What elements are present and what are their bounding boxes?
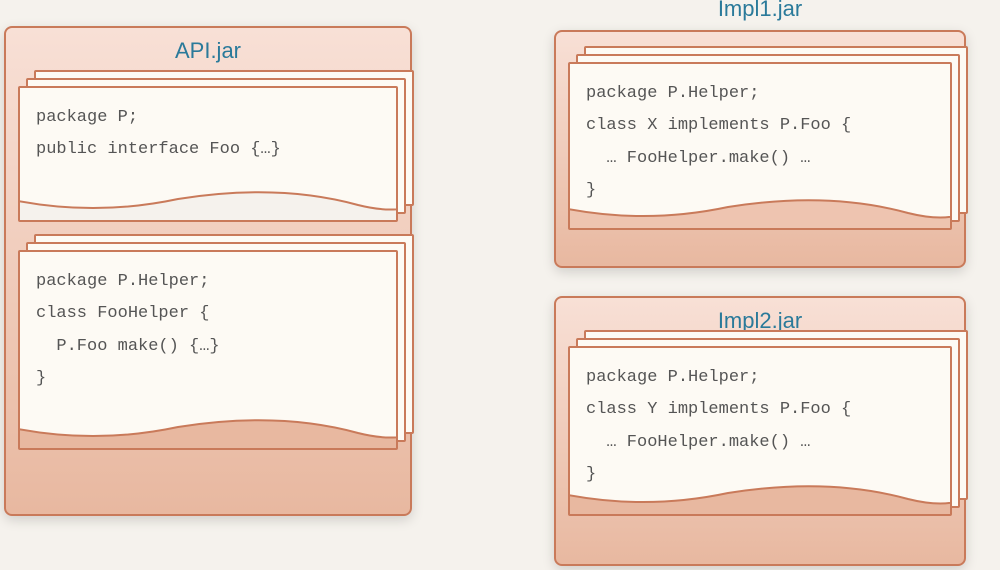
code-line: public interface Foo {…} xyxy=(36,134,380,166)
code-line: } xyxy=(586,459,934,491)
code-sheet: package P.Helper; class X implements P.F… xyxy=(568,62,952,230)
code-line: class Y implements P.Foo { xyxy=(586,394,934,426)
code-line: … FooHelper.make() … xyxy=(586,143,934,175)
code-line: P.Foo make() {…} xyxy=(36,331,380,363)
impl2-code-stack: package P.Helper; class Y implements P.F… xyxy=(568,346,952,516)
api-jar-title: API.jar xyxy=(6,28,410,68)
impl1-jar-box: package P.Helper; class X implements P.F… xyxy=(554,30,966,268)
api-code-stack-1: package P; public interface Foo {…} xyxy=(18,86,398,222)
code-line: package P.Helper; xyxy=(36,266,380,298)
api-jar-box: API.jar package P; public interface Foo … xyxy=(4,26,412,516)
impl2-jar-box: Impl2.jar package P.Helper; class Y impl… xyxy=(554,296,966,566)
code-line: class FooHelper { xyxy=(36,298,380,330)
torn-edge-icon xyxy=(18,191,398,221)
code-line: } xyxy=(36,363,380,395)
impl1-code-stack: package P.Helper; class X implements P.F… xyxy=(568,62,952,230)
torn-edge-icon xyxy=(18,419,398,449)
code-line: package P; xyxy=(36,102,380,134)
code-sheet: package P; public interface Foo {…} xyxy=(18,86,398,222)
code-line: } xyxy=(586,175,934,207)
code-sheet: package P.Helper; class Y implements P.F… xyxy=(568,346,952,516)
code-line: package P.Helper; xyxy=(586,78,934,110)
code-line: class X implements P.Foo { xyxy=(586,110,934,142)
api-code-stack-2: package P.Helper; class FooHelper { P.Fo… xyxy=(18,250,398,450)
code-line: package P.Helper; xyxy=(586,362,934,394)
code-sheet: package P.Helper; class FooHelper { P.Fo… xyxy=(18,250,398,450)
impl1-jar-title: Impl1.jar xyxy=(554,0,966,22)
code-line: … FooHelper.make() … xyxy=(586,427,934,459)
